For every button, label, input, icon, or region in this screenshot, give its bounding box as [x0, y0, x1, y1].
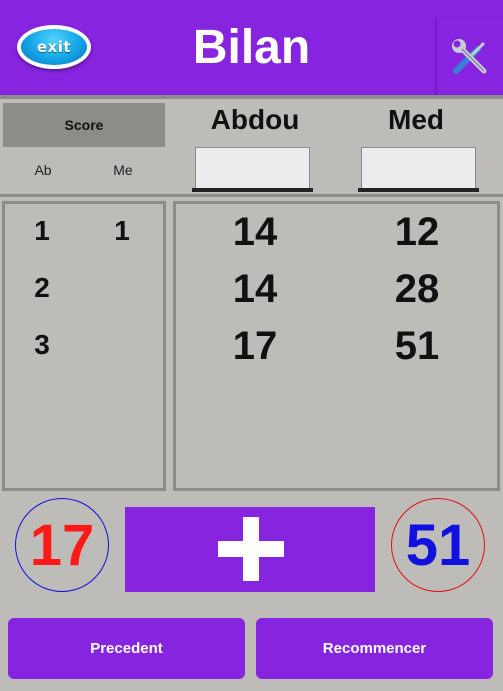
- player-name-2: Med: [388, 104, 444, 135]
- exit-label: exit: [36, 38, 72, 56]
- med-score-round-1: 12: [394, 210, 440, 254]
- round-number-1: 1: [34, 215, 50, 246]
- section-divider: [0, 194, 503, 197]
- round-winner-1: 1: [114, 215, 130, 246]
- abbr-player-2: Me: [113, 162, 133, 178]
- med-score-round-2: 28: [394, 267, 440, 311]
- abdou-score-round-1: 14: [232, 210, 278, 254]
- total-abdou: 17: [15, 498, 109, 592]
- total-med: 51: [391, 498, 485, 592]
- restart-button[interactable]: Recommencer: [256, 618, 493, 679]
- med-score-round-3: 51: [394, 324, 440, 368]
- input-underline-1: [192, 188, 313, 192]
- abdou-score-round-2: 14: [232, 267, 278, 311]
- add-round-button[interactable]: [125, 507, 375, 592]
- input-underline-2: [358, 188, 479, 192]
- round-number-3: 3: [34, 329, 50, 360]
- score-label: Score: [3, 103, 165, 147]
- player-2-score-input[interactable]: [361, 147, 476, 188]
- previous-button[interactable]: Precedent: [8, 618, 245, 679]
- round-number-2: 2: [34, 272, 50, 303]
- exit-button-face: exit: [21, 29, 87, 65]
- settings-button[interactable]: [437, 18, 503, 95]
- player-1-score-input[interactable]: [195, 147, 310, 188]
- header-divider: [0, 95, 503, 99]
- player-name-1: Abdou: [210, 104, 300, 135]
- abdou-score-round-3: 17: [232, 324, 278, 368]
- tools-icon: [452, 38, 487, 74]
- abbr-player-1: Ab: [34, 162, 52, 178]
- exit-button[interactable]: exit: [17, 25, 91, 69]
